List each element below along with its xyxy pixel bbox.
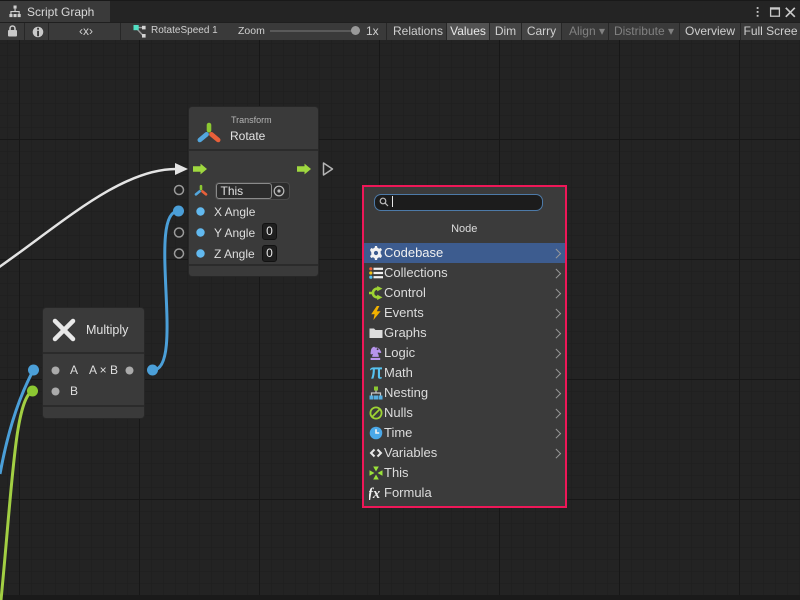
svg-text:fx: fx bbox=[369, 486, 380, 500]
